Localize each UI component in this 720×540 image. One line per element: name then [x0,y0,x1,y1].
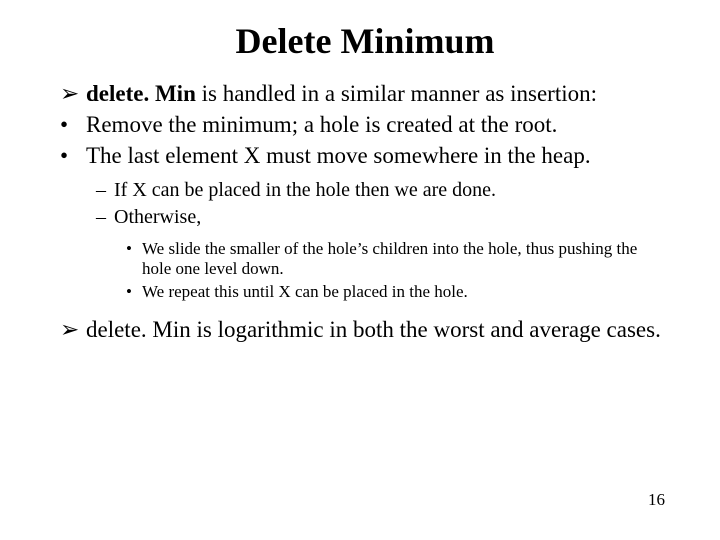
bullet-text: Remove the minimum; a hole is created at… [86,112,557,137]
bullet-intro: ➢ delete. Min is handled in a similar ma… [60,80,670,107]
subsub-repeat: • We repeat this until X can be placed i… [60,282,670,302]
intro-rest: is handled in a similar manner as insert… [196,81,597,106]
arrow-icon: ➢ [60,316,79,343]
endash-icon: – [96,179,106,203]
arrow-icon: ➢ [60,80,79,107]
bullet-text: The last element X must move somewhere i… [86,143,591,168]
slide: Delete Minimum ➢ delete. Min is handled … [0,0,720,540]
dot-icon: • [126,239,132,259]
bullet-text: delete. Min is logarithmic in both the w… [86,317,661,342]
subsub-slide-child: • We slide the smaller of the hole’s chi… [60,239,670,280]
page-title: Delete Minimum [60,20,670,62]
page-number: 16 [648,490,665,510]
bullet-last-elem: • The last element X must move somewhere… [60,142,670,169]
subbullet-if-placed: – If X can be placed in the hole then we… [60,179,670,203]
subbullet-otherwise: – Otherwise, [60,206,670,230]
bullet-remove: • Remove the minimum; a hole is created … [60,111,670,138]
bullet-text: Otherwise, [114,206,201,228]
dot-icon: • [126,282,132,302]
spacer [60,306,670,316]
dot-icon: • [60,142,68,169]
intro-bold: delete. Min [86,81,196,106]
bullet-logarithmic: ➢ delete. Min is logarithmic in both the… [60,316,670,343]
dot-icon: • [60,111,68,138]
endash-icon: – [96,206,106,230]
bullet-text: We slide the smaller of the hole’s child… [142,239,637,278]
bullet-text: We repeat this until X can be placed in … [142,282,468,301]
bullet-text: If X can be placed in the hole then we a… [114,179,496,201]
